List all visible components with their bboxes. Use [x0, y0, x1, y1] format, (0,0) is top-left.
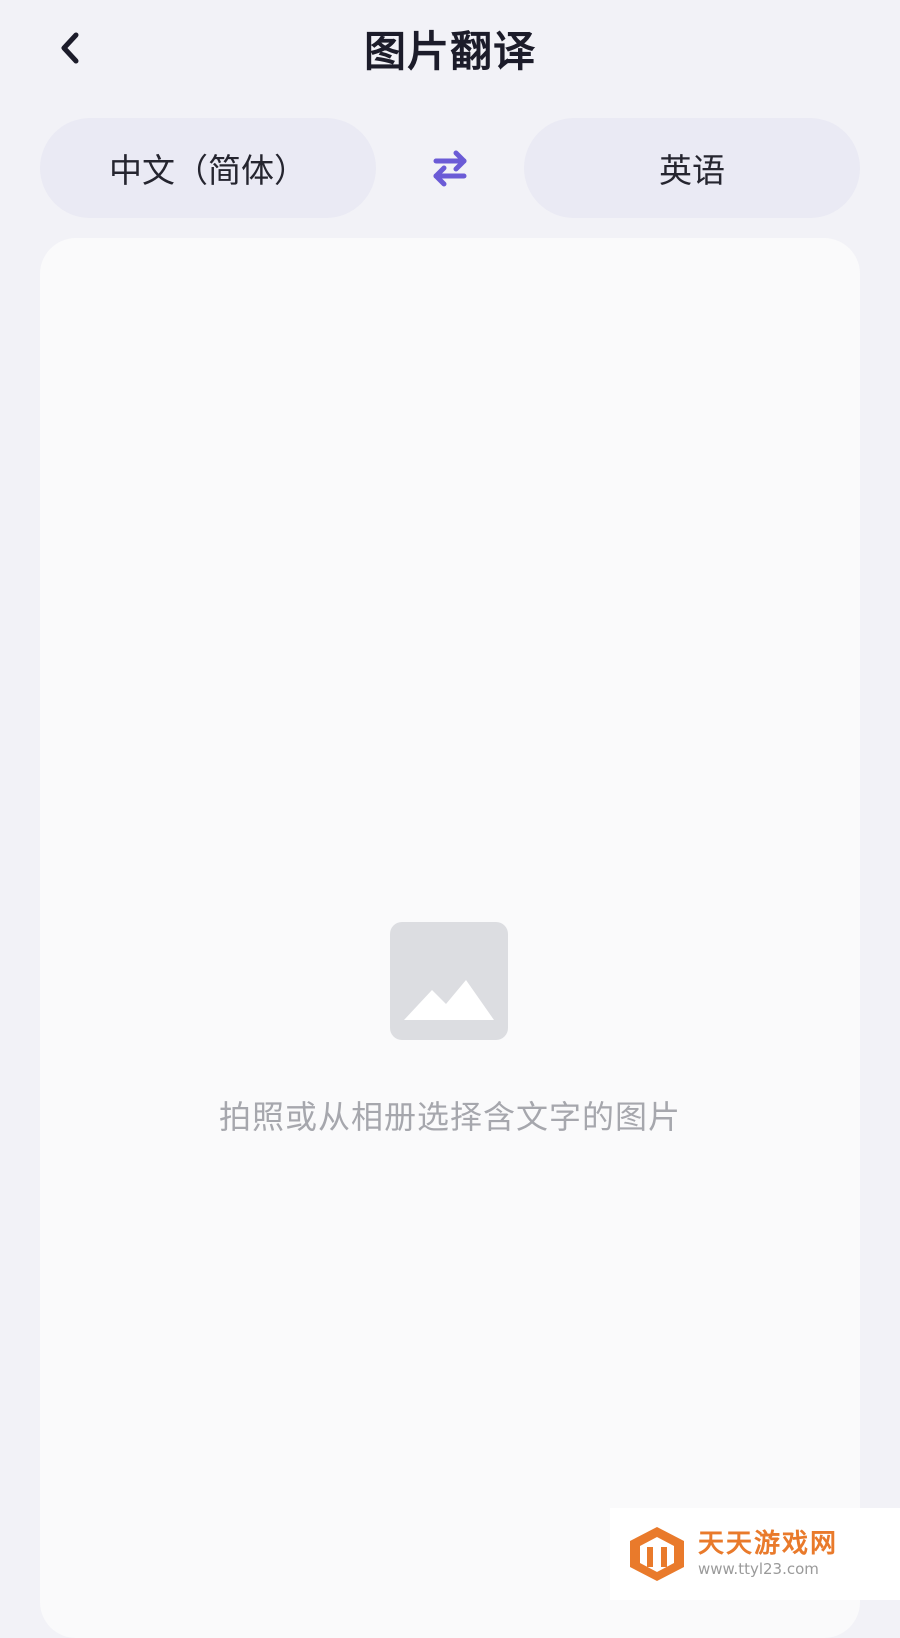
language-selector-row: 中文（简体） 英语 — [0, 118, 900, 218]
upload-hint-text: 拍照或从相册选择含文字的图片 — [218, 1098, 681, 1136]
image-upload-area[interactable]: 拍照或从相册选择含文字的图片 — [40, 238, 860, 1638]
target-language-button[interactable]: 英语 — [524, 118, 860, 218]
swap-arrows-icon — [433, 150, 467, 187]
site-watermark: 天天游戏网 www.ttyl23.com — [610, 1508, 900, 1600]
target-language-label: 英语 — [659, 151, 725, 190]
swap-languages-button[interactable] — [420, 142, 480, 194]
header-bar: 图片翻译 — [0, 0, 900, 110]
source-language-label: 中文（简体） — [109, 151, 307, 190]
image-placeholder-icon — [390, 922, 508, 1040]
source-language-button[interactable]: 中文（简体） — [40, 118, 376, 218]
watermark-url: www.ttyl23.com — [698, 1560, 819, 1578]
watermark-name: 天天游戏网 — [698, 1529, 839, 1559]
page-title: 图片翻译 — [363, 27, 536, 76]
watermark-logo-icon — [630, 1527, 684, 1581]
